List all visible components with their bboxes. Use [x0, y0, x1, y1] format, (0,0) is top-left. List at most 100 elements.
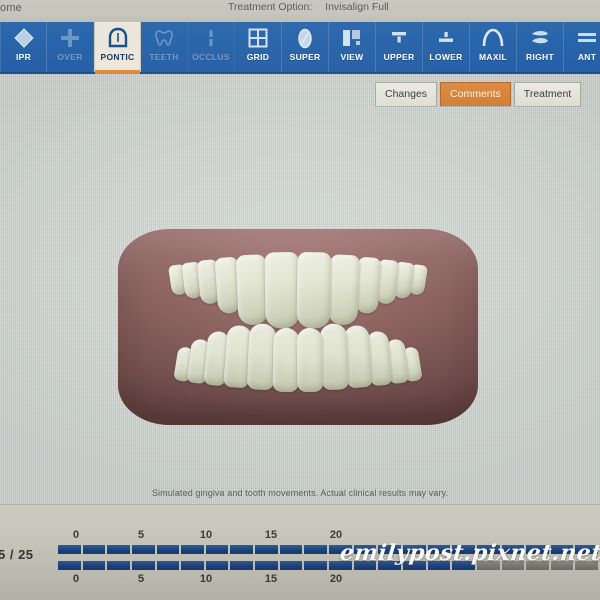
timeline-segment[interactable]: [526, 545, 549, 554]
tab-changes[interactable]: Changes: [375, 82, 438, 106]
timeline-segment[interactable]: [255, 561, 278, 570]
timeline-tick: 15: [264, 573, 278, 585]
model-viewport[interactable]: Changes Comments Treatment Simulated gin…: [0, 74, 600, 504]
timeline-segment[interactable]: [181, 545, 204, 554]
timeline-segment[interactable]: [501, 561, 525, 570]
upper-teeth-row: [130, 251, 466, 329]
tool-upper[interactable]: UPPER: [376, 22, 423, 72]
timeline-segment[interactable]: [58, 561, 81, 570]
tool-superimpose[interactable]: SUPER: [282, 22, 329, 72]
tool-ipr[interactable]: IPR: [0, 22, 47, 72]
view-panels-icon: [339, 26, 365, 50]
tab-treatment[interactable]: Treatment: [513, 82, 582, 106]
timeline-segment[interactable]: [205, 545, 229, 554]
side-panel-tabs: Changes Comments Treatment: [375, 82, 584, 106]
timeline-segment[interactable]: [82, 561, 106, 570]
timeline-ticks-lower: 0 5 10 15 20: [58, 573, 600, 587]
tool-maxillary[interactable]: MAXIL: [470, 22, 517, 72]
tool-view[interactable]: VIEW: [329, 22, 376, 72]
tab-treatment-label: Treatment: [523, 88, 572, 100]
timeline-segment[interactable]: [353, 545, 377, 554]
tool-ipr-label: IPR: [15, 52, 32, 62]
timeline-segment[interactable]: [452, 561, 475, 570]
timeline-segment[interactable]: [58, 545, 81, 554]
tool-upper-label: UPPER: [383, 52, 415, 62]
tooth[interactable]: [296, 327, 324, 393]
tool-rotate-right-label: RIGHT: [526, 52, 554, 62]
tool-anterior[interactable]: ANT: [564, 22, 600, 72]
timeline-segment[interactable]: [156, 561, 180, 570]
timeline-bars[interactable]: 0 5 10 15 20 0 5 10 15 20: [58, 529, 600, 587]
tool-teeth[interactable]: TEETH: [141, 22, 188, 72]
timeline-segment[interactable]: [550, 561, 574, 570]
lower-arch-progress-bar[interactable]: [58, 561, 600, 570]
timeline-segment[interactable]: [378, 561, 401, 570]
tooth[interactable]: [327, 254, 361, 326]
tab-comments-label: Comments: [450, 88, 501, 100]
timeline-segment[interactable]: [230, 545, 254, 554]
timeline-segment[interactable]: [279, 545, 303, 554]
timeline-segment[interactable]: [427, 561, 451, 570]
timeline-segment[interactable]: [402, 561, 426, 570]
tab-comments[interactable]: Comments: [440, 82, 511, 106]
tool-pontic[interactable]: PONTIC: [94, 22, 141, 74]
timeline-segment[interactable]: [279, 561, 303, 570]
timeline-segment[interactable]: [378, 545, 401, 554]
timeline-segment[interactable]: [230, 561, 254, 570]
timeline-tick: 15: [264, 529, 278, 541]
tool-grid[interactable]: GRID: [235, 22, 282, 72]
tool-rotate-right[interactable]: RIGHT: [517, 22, 564, 72]
timeline-segment[interactable]: [255, 545, 278, 554]
tool-teeth-label: TEETH: [149, 52, 179, 62]
tooth[interactable]: [296, 252, 332, 329]
upper-arch-progress-bar[interactable]: [58, 545, 600, 554]
tooth[interactable]: [319, 323, 350, 391]
tool-maxillary-label: MAXIL: [479, 52, 507, 62]
maxillary-arch-icon: [480, 26, 506, 50]
timeline-segment[interactable]: [476, 545, 500, 554]
timeline-segment[interactable]: [550, 545, 574, 554]
timeline-tick: 5: [137, 573, 145, 585]
tool-occlusion-label: OCCLUS: [192, 52, 230, 62]
anterior-view-icon: [574, 26, 600, 50]
timeline-segment[interactable]: [329, 545, 352, 554]
timeline-tick: 10: [199, 529, 213, 541]
timeline-segment[interactable]: [304, 561, 328, 570]
tool-superimpose-label: SUPER: [289, 52, 321, 62]
timeline-segment[interactable]: [402, 545, 426, 554]
tool-anterior-label: ANT: [577, 52, 597, 62]
timeline-segment[interactable]: [131, 545, 155, 554]
timeline-segment[interactable]: [107, 545, 130, 554]
timeline-segment[interactable]: [107, 561, 130, 570]
timeline-segment[interactable]: [304, 545, 328, 554]
tool-grid-label: GRID: [246, 52, 270, 62]
occlusion-icon: [198, 26, 224, 50]
timeline-segment[interactable]: [82, 545, 106, 554]
timeline-segment[interactable]: [131, 561, 155, 570]
timeline-segment[interactable]: [526, 561, 549, 570]
tooth[interactable]: [264, 252, 300, 329]
timeline-segment[interactable]: [575, 545, 599, 554]
timeline-segment[interactable]: [427, 545, 451, 554]
timeline-segment[interactable]: [452, 545, 475, 554]
superimpose-icon: [292, 26, 318, 50]
timeline-segment[interactable]: [181, 561, 204, 570]
treatment-option-value: Invisalign Full: [325, 1, 389, 13]
timeline-segment[interactable]: [575, 561, 599, 570]
timeline-segment[interactable]: [156, 545, 180, 554]
timeline-tick: 0: [72, 573, 80, 585]
stage-counter: 5 / 25: [0, 547, 34, 562]
lower-arch-icon: [433, 26, 459, 50]
tool-lower[interactable]: LOWER: [423, 22, 470, 72]
timeline-segment[interactable]: [205, 561, 229, 570]
tool-occlusion[interactable]: OCCLUS: [188, 22, 235, 72]
dental-arch-3d-model[interactable]: [118, 229, 478, 429]
home-breadcrumb[interactable]: ome: [0, 2, 22, 14]
timeline-segment[interactable]: [501, 545, 525, 554]
tool-over[interactable]: OVER: [47, 22, 94, 72]
tooth[interactable]: [272, 327, 300, 393]
simulation-disclaimer: Simulated gingiva and tooth movements. A…: [151, 488, 449, 498]
timeline-segment[interactable]: [353, 561, 377, 570]
timeline-segment[interactable]: [476, 561, 500, 570]
timeline-segment[interactable]: [329, 561, 352, 570]
